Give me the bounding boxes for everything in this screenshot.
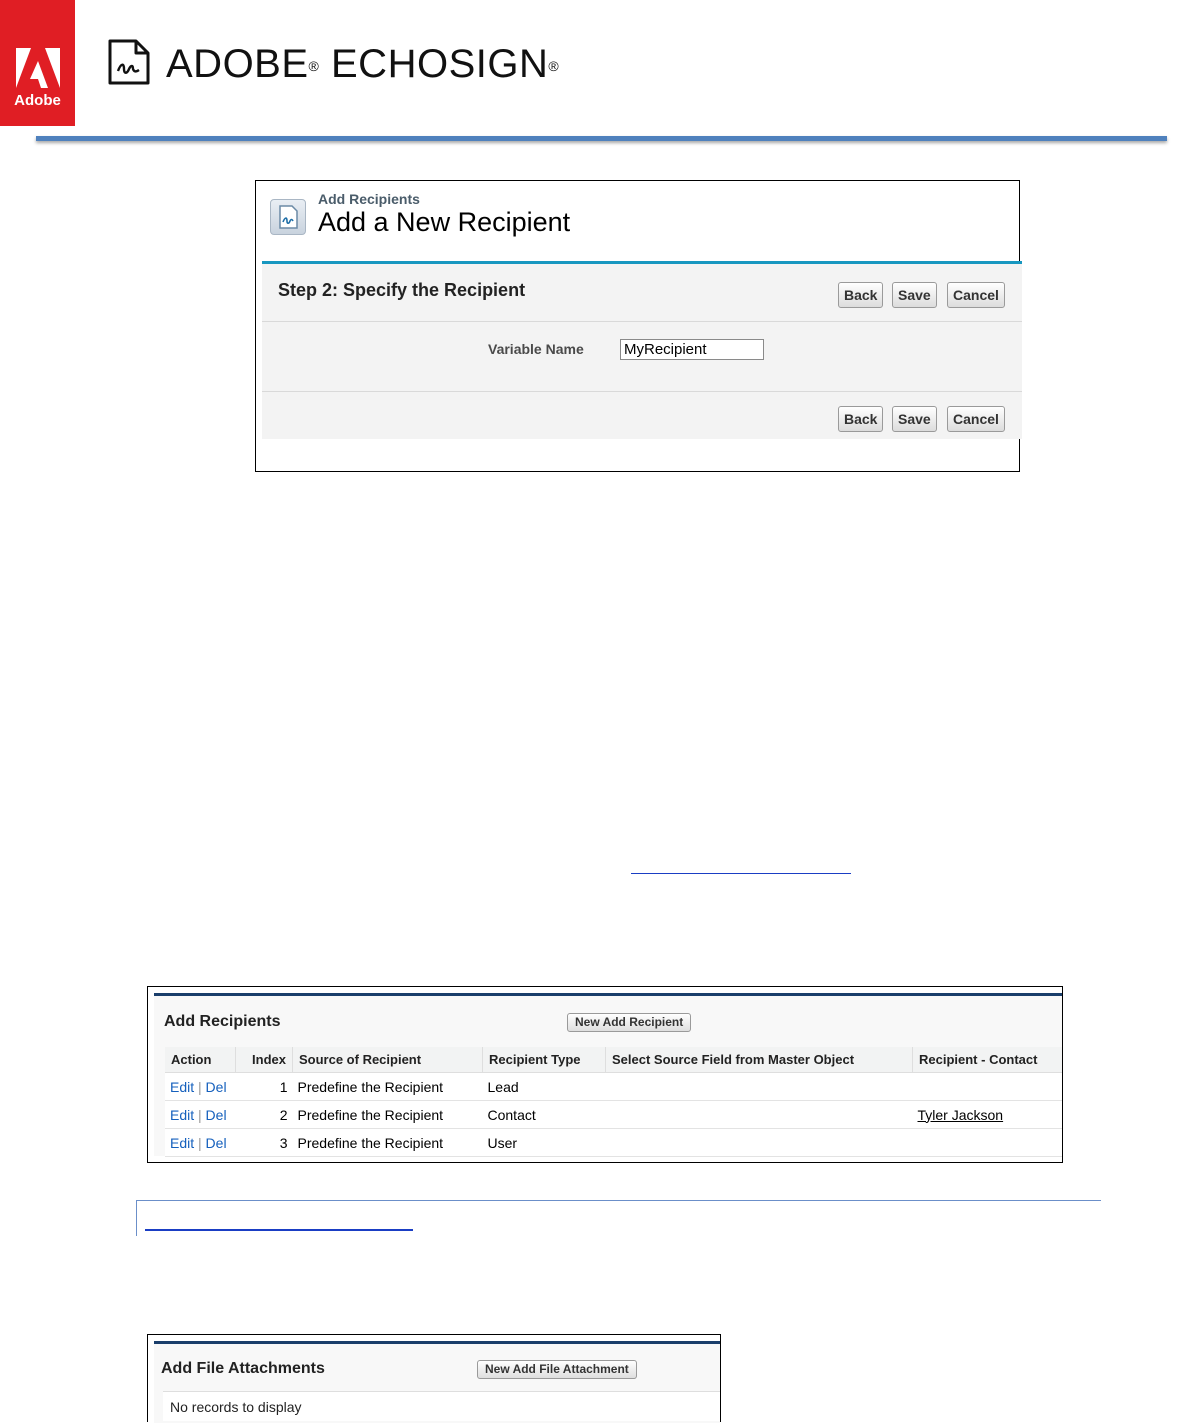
source-cell: Predefine the Recipient: [292, 1128, 483, 1157]
note-box-left-border: [136, 1200, 137, 1236]
registered-mark: ®: [548, 58, 560, 74]
del-link[interactable]: Del: [206, 1135, 227, 1151]
empty-message: No records to display: [163, 1391, 720, 1421]
column-header: Source of Recipient: [292, 1047, 483, 1073]
separator: |: [198, 1134, 202, 1151]
breadcrumb: Add Recipients: [318, 191, 420, 207]
section-divider: [262, 321, 1022, 322]
step-title: Step 2: Specify the Recipient: [278, 280, 526, 300]
save-button[interactable]: Save: [892, 282, 937, 308]
brand-name: ADOBE: [166, 42, 309, 86]
index-cell: 1: [235, 1072, 293, 1101]
hyperlink-underline[interactable]: [631, 873, 851, 874]
recipients-table: Action Index Source of Recipient Recipie…: [165, 1047, 1062, 1157]
echosign-document-icon: [108, 39, 150, 85]
source-cell: Predefine the Recipient: [292, 1100, 483, 1129]
related-list: Add Recipients New Add Recipient Action …: [154, 993, 1062, 1157]
index-cell: 2: [235, 1100, 293, 1129]
edit-link[interactable]: Edit: [170, 1107, 194, 1123]
action-cell: Edit | Del: [165, 1128, 236, 1157]
column-header: Recipient Type: [482, 1047, 606, 1073]
field-cell: [605, 1100, 913, 1129]
add-recipients-screenshot: Add Recipients New Add Recipient Action …: [147, 986, 1063, 1163]
adobe-a-icon: [16, 48, 60, 88]
field-cell: [605, 1072, 913, 1101]
page-title: Add a New Recipient: [318, 207, 571, 237]
signature-doc-icon: [270, 199, 306, 235]
section-divider: [262, 391, 1022, 392]
signature-glyph-icon: [279, 205, 298, 229]
source-cell: Predefine the Recipient: [292, 1072, 483, 1101]
variable-name-label: Variable Name: [488, 341, 584, 357]
step-panel: Step 2: Specify the Recipient Back Save …: [262, 261, 1022, 439]
type-cell: Lead: [482, 1072, 606, 1101]
column-header: Index: [235, 1047, 293, 1073]
cancel-button[interactable]: Cancel: [947, 282, 1005, 308]
contact-cell: [912, 1128, 1062, 1157]
table-header-row: Action Index Source of Recipient Recipie…: [165, 1047, 1062, 1073]
index-cell: 3: [235, 1128, 293, 1157]
table-row: Edit | Del 1 Predefine the Recipient Lea…: [165, 1072, 1062, 1101]
related-list: Add File Attachments New Add File Attach…: [154, 1341, 720, 1423]
type-cell: Contact: [482, 1100, 606, 1129]
add-file-attachments-screenshot: Add File Attachments New Add File Attach…: [147, 1334, 721, 1423]
table-row: Edit | Del 3 Predefine the Recipient Use…: [165, 1128, 1062, 1157]
contact-link[interactable]: Tyler Jackson: [918, 1107, 1004, 1123]
note-box-top-border: [136, 1200, 1101, 1201]
edit-link[interactable]: Edit: [170, 1135, 194, 1151]
edit-link[interactable]: Edit: [170, 1079, 194, 1095]
brand-product: ECHOSIGN: [331, 42, 549, 86]
registered-mark: ®: [308, 58, 320, 74]
table-row: Edit | Del 2 Predefine the Recipient Con…: [165, 1100, 1062, 1129]
save-button-bottom[interactable]: Save: [892, 406, 937, 432]
field-cell: [605, 1128, 913, 1157]
add-recipient-screenshot: Add Recipients Add a New Recipient Step …: [255, 180, 1022, 472]
separator: |: [198, 1078, 202, 1095]
column-header: Action: [165, 1047, 236, 1073]
new-add-file-attachment-button[interactable]: New Add File Attachment: [477, 1360, 637, 1379]
del-link[interactable]: Del: [206, 1079, 227, 1095]
adobe-logo: Adobe: [0, 0, 75, 126]
column-header: Select Source Field from Master Object: [605, 1047, 913, 1073]
cancel-button-bottom[interactable]: Cancel: [947, 406, 1005, 432]
header-divider: [36, 136, 1167, 141]
del-link[interactable]: Del: [206, 1107, 227, 1123]
column-header: Recipient - Contact: [912, 1047, 1062, 1073]
back-button-bottom[interactable]: Back: [838, 406, 884, 432]
action-cell: Edit | Del: [165, 1072, 236, 1101]
related-list-title: Add File Attachments: [161, 1360, 325, 1377]
adobe-wordmark: Adobe: [14, 92, 61, 109]
new-add-recipient-button[interactable]: New Add Recipient: [567, 1013, 692, 1032]
related-list-title: Add Recipients: [164, 1013, 281, 1030]
hyperlink-underline[interactable]: [145, 1229, 413, 1231]
type-cell: User: [482, 1128, 606, 1157]
separator: |: [198, 1106, 202, 1123]
contact-cell: [912, 1072, 1062, 1101]
contact-cell: Tyler Jackson: [912, 1100, 1062, 1129]
back-button[interactable]: Back: [838, 282, 884, 308]
variable-name-field[interactable]: MyRecipient: [620, 339, 764, 360]
action-cell: Edit | Del: [165, 1100, 236, 1129]
brand-title: ADOBE® ECHOSIGN®: [166, 40, 559, 88]
